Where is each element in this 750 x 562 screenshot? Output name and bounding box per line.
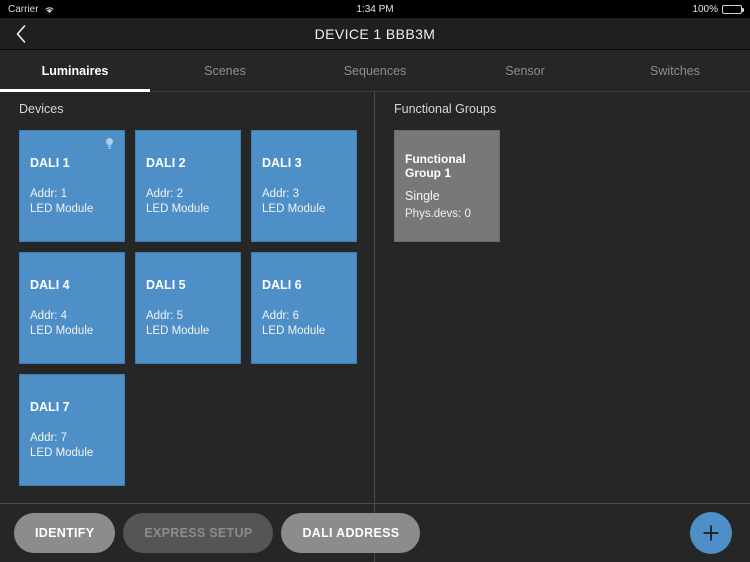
navigation-bar: DEVICE 1 BBB3M — [0, 18, 750, 50]
device-card-type: LED Module — [262, 202, 326, 215]
page-title: DEVICE 1 BBB3M — [314, 25, 436, 42]
device-card-title: DALI 5 — [146, 277, 186, 292]
status-bar-left: Carrier — [8, 4, 55, 15]
device-card-addr: Addr: 7 — [30, 431, 68, 444]
device-card[interactable]: DALI 2 Addr: 2 LED Module — [135, 130, 241, 242]
content-area: Devices DALI 1 Addr: 1 LED Module DALI 2… — [0, 92, 750, 503]
devices-panel-title: Devices — [19, 102, 64, 116]
device-card-type: LED Module — [146, 324, 210, 337]
device-card-title: DALI 3 — [262, 155, 302, 170]
device-card-addr: Addr: 2 — [146, 187, 184, 200]
device-card-title: DALI 6 — [262, 277, 302, 292]
device-card[interactable]: DALI 5 Addr: 5 LED Module — [135, 252, 241, 364]
devices-card-grid: DALI 1 Addr: 1 LED Module DALI 2 Addr: 2… — [0, 116, 374, 486]
device-card[interactable]: DALI 3 Addr: 3 LED Module — [251, 130, 357, 242]
chevron-left-icon — [16, 24, 26, 43]
tab-luminaires[interactable]: Luminaires — [0, 50, 150, 92]
light-bulb-icon — [103, 137, 116, 151]
tab-scenes[interactable]: Scenes — [150, 50, 300, 92]
carrier-label: Carrier — [8, 3, 39, 15]
device-card-title: DALI 4 — [30, 277, 70, 292]
status-bar-time: 1:34 PM — [356, 3, 394, 15]
back-button[interactable] — [0, 18, 42, 50]
tab-sequences[interactable]: Sequences — [300, 50, 450, 92]
functional-group-mode: Single — [405, 189, 440, 203]
plus-icon — [703, 525, 719, 541]
functional-group-phys-devs: Phys.devs: 0 — [405, 208, 471, 220]
functional-groups-panel: Functional Groups Functional Group 1 Sin… — [375, 92, 750, 503]
device-card[interactable]: DALI 6 Addr: 6 LED Module — [251, 252, 357, 364]
device-card-title: DALI 7 — [30, 399, 70, 414]
tab-bar: Luminaires Scenes Sequences Sensor Switc… — [0, 50, 750, 92]
devices-panel: Devices DALI 1 Addr: 1 LED Module DALI 2… — [0, 92, 375, 503]
battery-full-icon — [722, 4, 744, 14]
device-card-type: LED Module — [30, 202, 94, 215]
status-bar: Carrier 1:34 PM 100% — [0, 0, 750, 18]
functional-group-title: Functional Group 1 — [405, 152, 466, 180]
functional-group-card[interactable]: Functional Group 1 Single Phys.devs: 0 — [394, 130, 500, 242]
express-setup-button[interactable]: EXPRESS SETUP — [123, 513, 274, 553]
device-card[interactable]: DALI 7 Addr: 7 LED Module — [19, 374, 125, 486]
battery-percent-label: 100% — [692, 3, 718, 15]
wifi-icon — [44, 5, 55, 14]
add-button[interactable] — [690, 512, 732, 554]
device-card-addr: Addr: 4 — [30, 309, 68, 322]
bottom-toolbar-right — [375, 504, 750, 562]
device-card[interactable]: DALI 1 Addr: 1 LED Module — [19, 130, 125, 242]
device-card-addr: Addr: 3 — [262, 187, 300, 200]
device-card-type: LED Module — [146, 202, 210, 215]
status-bar-right: 100% — [692, 3, 744, 15]
app-root: Carrier 1:34 PM 100% DEVICE 1 BBB3M Lumi… — [0, 0, 750, 562]
bottom-toolbar-buttons: IDENTIFY EXPRESS SETUP DALI ADDRESS — [0, 503, 421, 562]
tab-switches[interactable]: Switches — [600, 50, 750, 92]
functional-groups-panel-title: Functional Groups — [394, 102, 497, 116]
device-card-type: LED Module — [262, 324, 326, 337]
device-card-type: LED Module — [30, 324, 94, 337]
device-card[interactable]: DALI 4 Addr: 4 LED Module — [19, 252, 125, 364]
device-card-addr: Addr: 5 — [146, 309, 184, 322]
device-card-addr: Addr: 6 — [262, 309, 300, 322]
tab-sensor[interactable]: Sensor — [450, 50, 600, 92]
device-card-title: DALI 2 — [146, 155, 186, 170]
identify-button[interactable]: IDENTIFY — [14, 513, 116, 553]
device-card-type: LED Module — [30, 446, 94, 459]
bottom-toolbar: IDENTIFY EXPRESS SETUP DALI ADDRESS — [0, 503, 750, 562]
device-card-title: DALI 1 — [30, 155, 70, 170]
device-card-addr: Addr: 1 — [30, 187, 68, 200]
